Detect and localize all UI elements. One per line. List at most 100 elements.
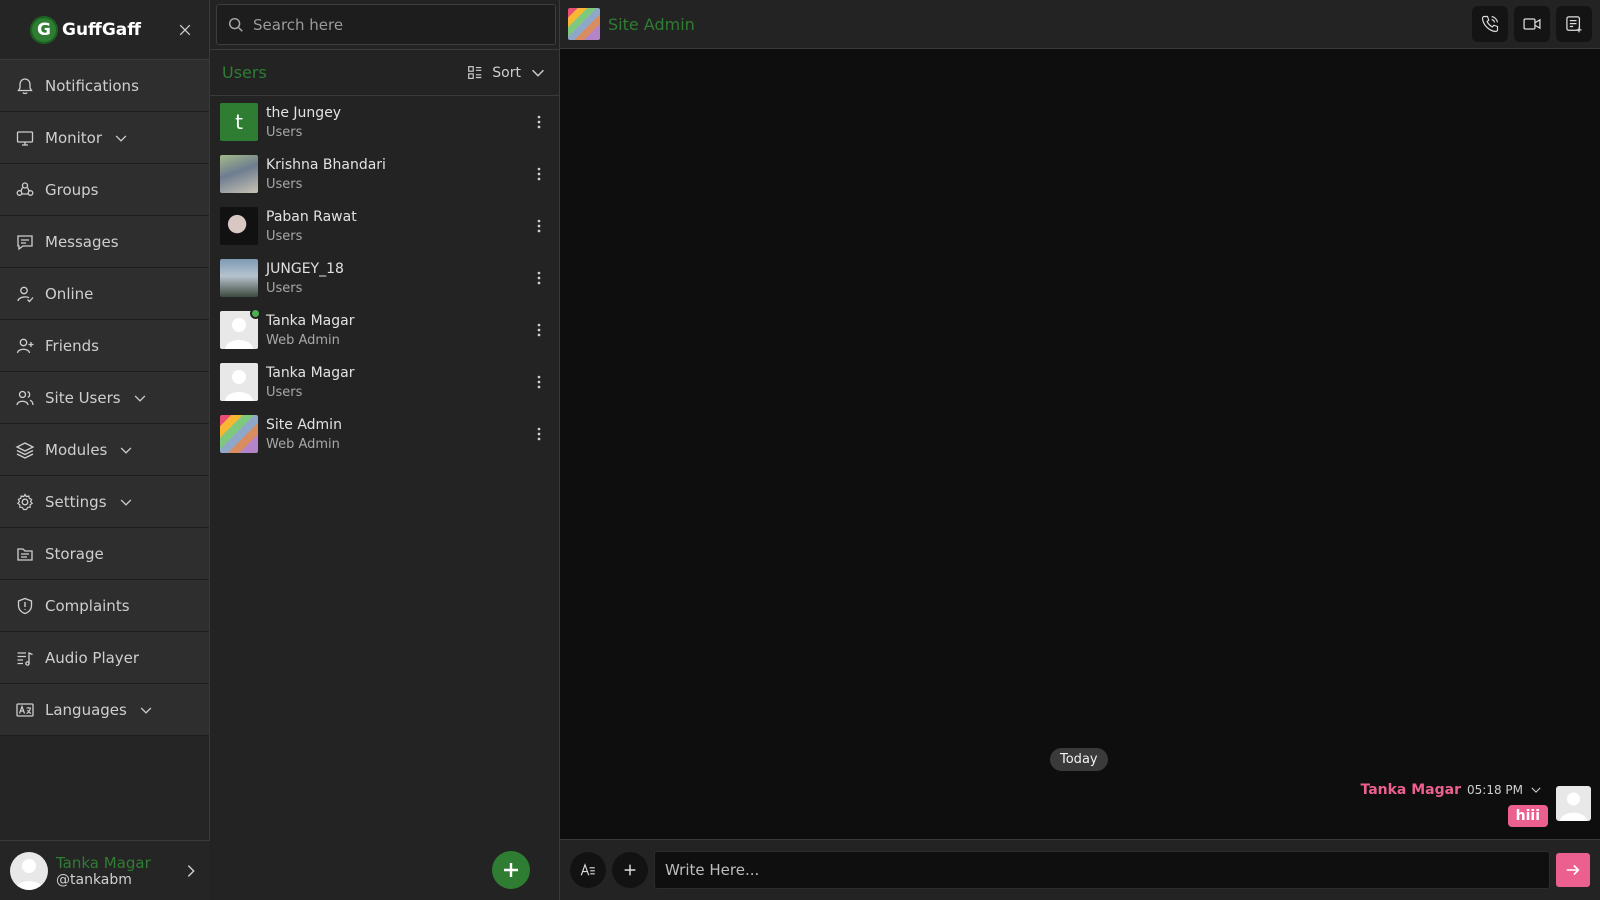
user-options-button[interactable] [529, 268, 549, 288]
groups-icon [16, 181, 34, 196]
list-item[interactable]: Paban Rawat Users [210, 200, 559, 252]
sidebar-item-label: Messages [45, 232, 119, 251]
sidebar-item-monitor[interactable]: Monitor [0, 112, 209, 164]
playlist-icon [17, 651, 33, 666]
message-input[interactable] [654, 851, 1550, 889]
language-icon [16, 702, 34, 717]
plus-icon [624, 864, 636, 876]
sidebar-item-label: Languages [45, 700, 127, 719]
search-input[interactable] [253, 15, 545, 34]
add-chat-button[interactable] [492, 851, 530, 889]
list-item[interactable]: Tanka Magar Users [210, 356, 559, 408]
avatar [10, 851, 48, 890]
chat-avatar[interactable] [568, 8, 600, 40]
user-name: Paban Rawat [266, 208, 357, 225]
voice-call-button[interactable] [1472, 6, 1508, 42]
user-role: Users [266, 384, 303, 400]
sidebar-item-groups[interactable]: Groups [0, 164, 209, 216]
sidebar-item-complaints[interactable]: Complaints [0, 580, 209, 632]
sidebar-item-label: Storage [45, 544, 104, 563]
text-format-icon [580, 863, 595, 876]
avatar [220, 308, 261, 349]
message-meta: Tanka Magar 05:18 PM [1360, 782, 1543, 798]
chevron-down-icon [134, 394, 145, 402]
users-list-header: Users Sort [210, 49, 559, 96]
storage-icon [17, 547, 33, 561]
sidebar-item-notifications[interactable]: Notifications [0, 60, 209, 112]
shield-icon [17, 597, 33, 614]
user-info: the Jungey Users [266, 105, 341, 140]
users-icon [16, 390, 34, 405]
user-options-button[interactable] [529, 424, 549, 444]
logo-mark-icon: G [30, 15, 58, 44]
close-sidebar-button[interactable] [175, 20, 195, 40]
search-icon [228, 17, 243, 32]
send-button[interactable] [1556, 853, 1590, 887]
text-format-button[interactable] [570, 852, 606, 888]
user-name: Tanka Magar [266, 312, 355, 329]
user-options-button[interactable] [529, 216, 549, 236]
more-vertical-icon [537, 115, 541, 129]
sidebar-item-modules[interactable]: Modules [0, 424, 209, 476]
chat-panel: Site Admin Today Tanka Magar 05:18 PM hi… [560, 0, 1600, 900]
sort-button[interactable]: Sort [492, 65, 521, 81]
sidebar-item-label: Site Users [45, 388, 121, 407]
phone-icon [1481, 15, 1499, 33]
chat-details-button[interactable] [1556, 6, 1592, 42]
sidebar-menu: Notifications Monitor Groups Messages Online… [0, 60, 209, 736]
chat-title[interactable]: Site Admin [608, 15, 695, 34]
list-item[interactable]: Site Admin Web Admin [210, 408, 559, 460]
sidebar-item-label: Complaints [45, 596, 130, 615]
plus-icon [504, 863, 518, 877]
avatar [220, 363, 258, 401]
more-vertical-icon [537, 167, 541, 181]
sidebar-item-friends[interactable]: Friends [0, 320, 209, 372]
user-options-button[interactable] [529, 372, 549, 392]
list-item[interactable]: Tanka Magar Web Admin [210, 304, 559, 356]
more-vertical-icon [537, 271, 541, 285]
sidebar-item-label: Groups [45, 180, 99, 199]
sidebar-item-online[interactable]: Online [0, 268, 209, 320]
user-options-button[interactable] [529, 320, 549, 340]
sidebar-item-label: Friends [45, 336, 99, 355]
chevron-down-icon [115, 134, 127, 142]
current-user-card[interactable]: Tanka Magar @tankabm [0, 840, 210, 900]
chevron-down-icon[interactable] [529, 64, 547, 82]
chevron-down-icon[interactable] [1529, 783, 1543, 797]
list-item[interactable]: Krishna Bhandari Users [210, 148, 559, 200]
video-call-button[interactable] [1514, 6, 1550, 42]
list-view-icon[interactable] [466, 64, 484, 82]
layers-icon [15, 441, 35, 459]
list-item[interactable]: t the Jungey Users [210, 96, 559, 148]
list-item[interactable]: JUNGEY_18 Users [210, 252, 559, 304]
sidebar-item-settings[interactable]: Settings [0, 476, 209, 528]
user-options-button[interactable] [529, 112, 549, 132]
sidebar-item-languages[interactable]: Languages [0, 684, 209, 736]
sidebar-item-site-users[interactable]: Site Users [0, 372, 209, 424]
sidebar-item-storage[interactable]: Storage [0, 528, 209, 580]
message-icon [17, 234, 33, 250]
search-bar [210, 0, 559, 49]
user-options-button[interactable] [529, 164, 549, 184]
user-role: Users [266, 124, 303, 140]
user-role: Users [266, 280, 303, 296]
user-info: JUNGEY_18 Users [266, 261, 344, 296]
user-info: Paban Rawat Users [266, 209, 357, 244]
more-vertical-icon [537, 375, 541, 389]
sidebar-item-label: Settings [45, 492, 107, 511]
sidebar-item-label: Modules [45, 440, 108, 459]
message-bubble[interactable]: hiii [1507, 805, 1548, 827]
user-name: the Jungey [266, 104, 342, 121]
sidebar-item-messages[interactable]: Messages [0, 216, 209, 268]
user-info: Krishna Bhandari Users [266, 157, 386, 192]
chevron-right-icon[interactable] [182, 862, 200, 880]
message-composer [560, 839, 1600, 900]
attach-button[interactable] [612, 852, 648, 888]
user-name: Site Admin [266, 416, 342, 433]
message-avatar [1556, 786, 1591, 821]
sidebar-item-audio-player[interactable]: Audio Player [0, 632, 209, 684]
user-role: Web Admin [266, 436, 340, 452]
app-logo[interactable]: G GuffGaff [30, 15, 141, 44]
day-separator: Today [1050, 748, 1108, 771]
user-info: Tanka Magar Users [266, 365, 354, 400]
